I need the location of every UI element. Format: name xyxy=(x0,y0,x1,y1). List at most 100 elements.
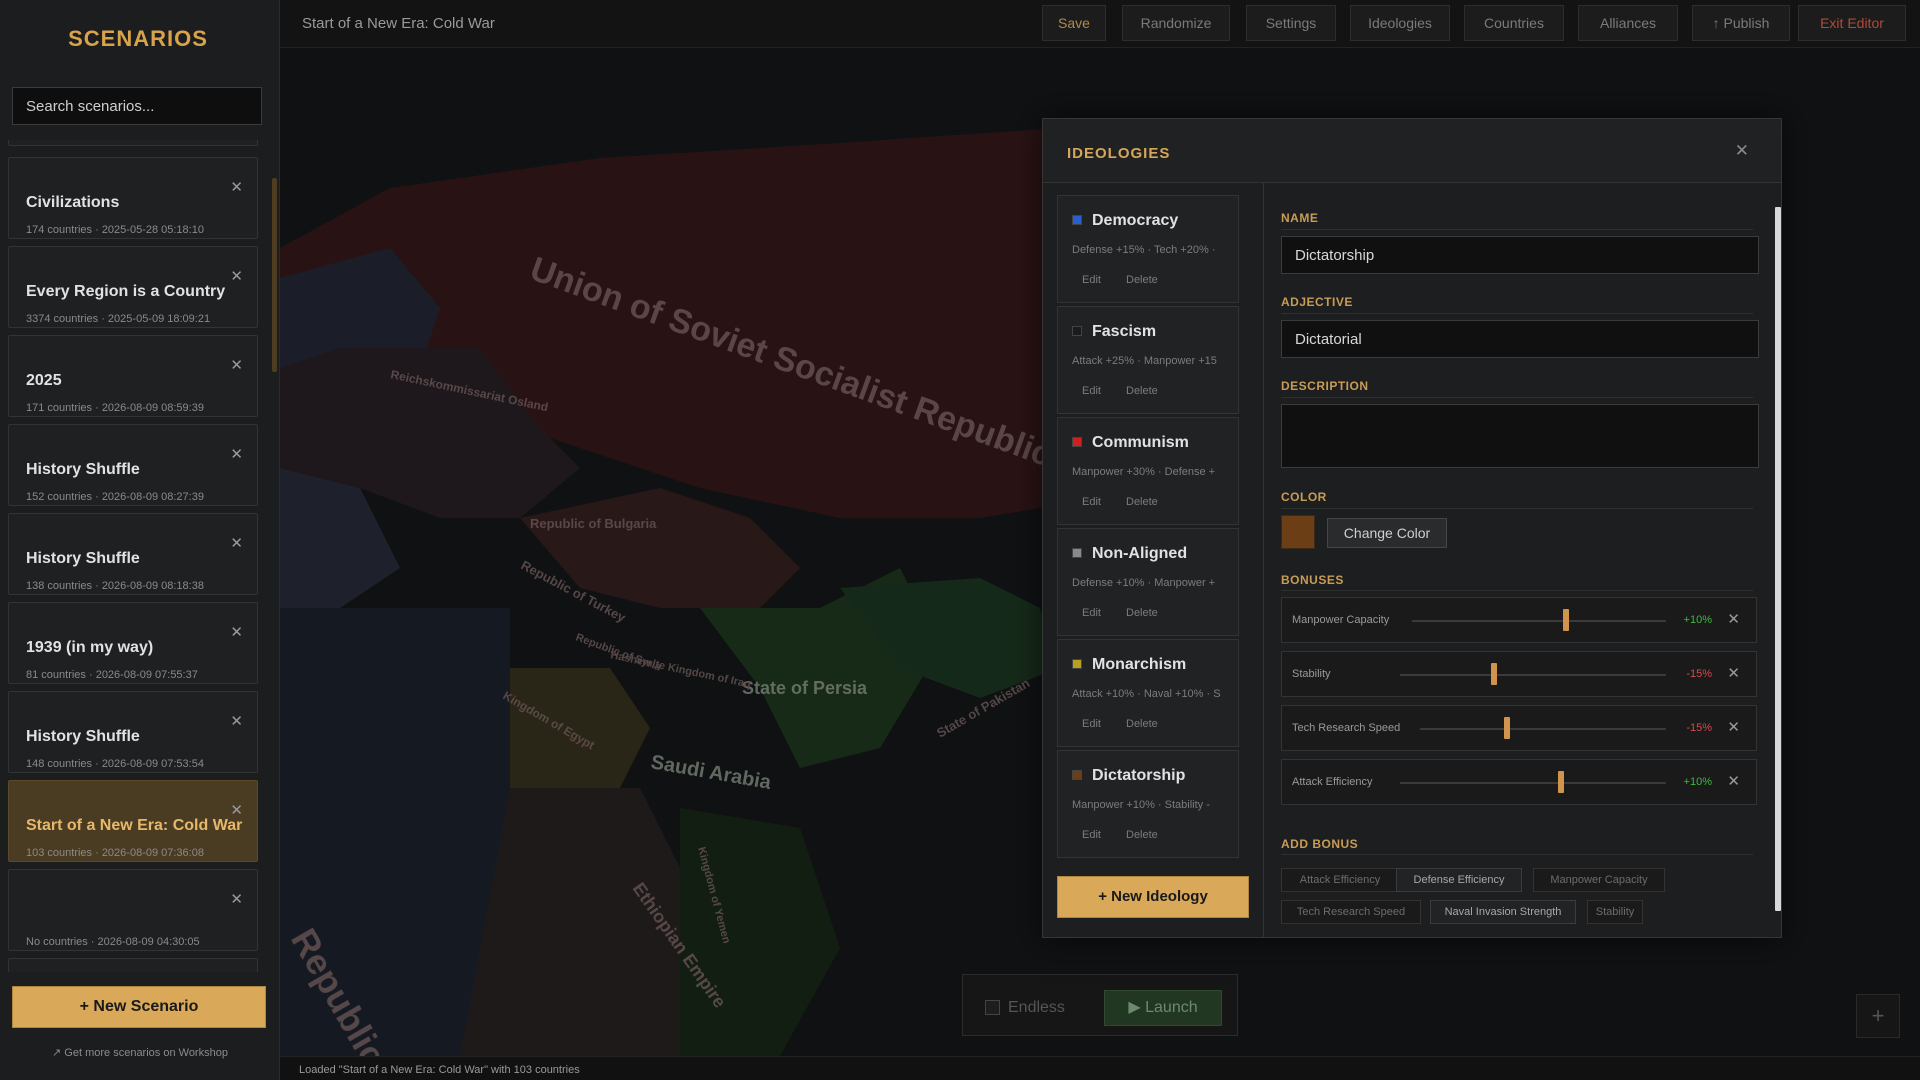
ideology-item[interactable]: Non-Aligned Defense +10% · Manpower + Edit… xyxy=(1057,528,1239,636)
publish-button[interactable]: ↑ Publish xyxy=(1692,5,1790,41)
ideology-description-input[interactable] xyxy=(1281,404,1759,468)
scenario-card[interactable]: History Shuffle 148 countries · 2026-08-0… xyxy=(8,691,258,773)
delete-ideology-button[interactable]: Delete xyxy=(1126,607,1158,619)
dialog-title: IDEOLOGIES xyxy=(1067,145,1171,162)
scenario-card[interactable]: No countries · 2026-08-09 04:30:05 ✕ xyxy=(8,869,258,951)
add-bonus-option[interactable]: Tech Research Speed xyxy=(1281,900,1421,924)
countries-button[interactable]: Countries xyxy=(1464,5,1564,41)
bonus-slider-thumb[interactable] xyxy=(1558,771,1564,793)
delete-ideology-button[interactable]: Delete xyxy=(1126,274,1158,286)
delete-scenario-icon[interactable]: ✕ xyxy=(230,890,243,908)
alliances-button[interactable]: Alliances xyxy=(1578,5,1678,41)
bonuses-label: BONUSES xyxy=(1281,573,1344,587)
remove-bonus-icon[interactable]: ✕ xyxy=(1727,664,1740,682)
ideology-item[interactable]: Democracy Defense +15% · Tech +20% · Edit D… xyxy=(1057,195,1239,303)
launch-button[interactable]: ▶ Launch xyxy=(1104,990,1222,1026)
ideologies-button[interactable]: Ideologies xyxy=(1350,5,1450,41)
color-swatch[interactable] xyxy=(1281,515,1315,549)
save-button[interactable]: Save xyxy=(1042,5,1106,41)
delete-scenario-icon[interactable]: ✕ xyxy=(230,445,243,463)
ideology-adjective-input[interactable] xyxy=(1281,320,1759,358)
ideology-color-swatch xyxy=(1072,326,1082,336)
bonus-slider-track[interactable] xyxy=(1400,782,1666,784)
dialog-header: IDEOLOGIES ✕ xyxy=(1043,119,1781,183)
scenario-card-partial[interactable] xyxy=(8,140,258,146)
add-bonus-option[interactable]: Naval Invasion Strength xyxy=(1430,900,1576,924)
delete-ideology-button[interactable]: Delete xyxy=(1126,496,1158,508)
delete-scenario-icon[interactable]: ✕ xyxy=(230,712,243,730)
remove-bonus-icon[interactable]: ✕ xyxy=(1727,610,1740,628)
scenario-card[interactable]: Start of a New Era: Cold War 103 countrie… xyxy=(8,780,258,862)
ideology-color-swatch xyxy=(1072,659,1082,669)
new-ideology-button[interactable]: + New Ideology xyxy=(1057,876,1249,918)
add-bonus-option[interactable]: Manpower Capacity xyxy=(1533,868,1665,892)
scenario-list-scrollbar[interactable] xyxy=(272,178,277,372)
dialog-scrollbar[interactable] xyxy=(1775,207,1781,911)
remove-bonus-icon[interactable]: ✕ xyxy=(1727,718,1740,736)
bonus-slider-track[interactable] xyxy=(1420,728,1666,730)
edit-ideology-button[interactable]: Edit xyxy=(1082,274,1101,286)
new-scenario-button[interactable]: + New Scenario xyxy=(12,986,266,1028)
scenario-card-partial[interactable]: ✕ xyxy=(8,958,258,972)
edit-ideology-button[interactable]: Edit xyxy=(1082,496,1101,508)
scenario-card[interactable]: History Shuffle 152 countries · 2026-08-0… xyxy=(8,424,258,506)
bonus-slider-thumb[interactable] xyxy=(1491,663,1497,685)
scenario-card[interactable]: 1939 (in my way) 81 countries · 2026-08-0… xyxy=(8,602,258,684)
bonus-row: Tech Research Speed -15% ✕ xyxy=(1281,705,1757,751)
edit-ideology-button[interactable]: Edit xyxy=(1082,718,1101,730)
add-bonus-option[interactable]: Defense Efficiency xyxy=(1396,868,1522,892)
bonus-slider-track[interactable] xyxy=(1400,674,1666,676)
delete-scenario-icon[interactable]: ✕ xyxy=(230,623,243,641)
scenario-list[interactable]: Civilizations 174 countries · 2025-05-28 … xyxy=(8,140,258,972)
delete-ideology-button[interactable]: Delete xyxy=(1126,829,1158,841)
randomize-button[interactable]: Randomize xyxy=(1122,5,1230,41)
zoom-in-button[interactable]: + xyxy=(1856,994,1900,1038)
change-color-button[interactable]: Change Color xyxy=(1327,518,1447,548)
remove-bonus-icon[interactable]: ✕ xyxy=(1727,772,1740,790)
delete-scenario-icon[interactable]: ✕ xyxy=(230,534,243,552)
bonus-row: Attack Efficiency +10% ✕ xyxy=(1281,759,1757,805)
ideology-item[interactable]: Communism Manpower +30% · Defense + Edit De… xyxy=(1057,417,1239,525)
add-bonus-option[interactable]: Stability xyxy=(1587,900,1643,924)
workshop-link[interactable]: ↗ Get more scenarios on Workshop xyxy=(0,1046,280,1059)
scenario-card[interactable]: 2025 171 countries · 2026-08-09 08:59:39 ✕ xyxy=(8,335,258,417)
ideology-name-input[interactable] xyxy=(1281,236,1759,274)
close-icon[interactable]: ✕ xyxy=(1735,141,1749,161)
ideology-color-swatch xyxy=(1072,548,1082,558)
scenario-card[interactable]: Every Region is a Country 3374 countries … xyxy=(8,246,258,328)
delete-scenario-icon[interactable]: ✕ xyxy=(230,356,243,374)
ideology-item[interactable]: Monarchism Attack +10% · Naval +10% · S Ed… xyxy=(1057,639,1239,747)
edit-ideology-button[interactable]: Edit xyxy=(1082,829,1101,841)
ideology-item[interactable]: Dictatorship Manpower +10% · Stability - E… xyxy=(1057,750,1239,858)
bonus-name: Stability xyxy=(1292,668,1331,680)
ideology-item[interactable]: Fascism Attack +25% · Manpower +15 Edit Del… xyxy=(1057,306,1239,414)
exit-editor-button[interactable]: Exit Editor xyxy=(1798,5,1906,41)
delete-ideology-button[interactable]: Delete xyxy=(1126,385,1158,397)
bonus-slider-thumb[interactable] xyxy=(1504,717,1510,739)
delete-scenario-icon[interactable]: ✕ xyxy=(230,267,243,285)
bonus-name: Attack Efficiency xyxy=(1292,776,1373,788)
bonus-name: Manpower Capacity xyxy=(1292,614,1390,626)
scenario-name: Start of a New Era: Cold War xyxy=(26,817,243,834)
edit-ideology-button[interactable]: Edit xyxy=(1082,385,1101,397)
bonus-value: -15% xyxy=(1686,668,1712,680)
scenario-meta: 3374 countries · 2025-05-09 18:09:21 xyxy=(26,313,211,325)
ideology-summary: Attack +10% · Naval +10% · S xyxy=(1072,688,1221,700)
settings-button[interactable]: Settings xyxy=(1246,5,1336,41)
add-bonus-option[interactable]: Attack Efficiency xyxy=(1281,868,1399,892)
scenario-title: Start of a New Era: Cold War xyxy=(302,15,495,32)
endless-checkbox[interactable] xyxy=(985,1000,1000,1015)
bonus-slider-track[interactable] xyxy=(1412,620,1666,622)
ideology-list: Democracy Defense +15% · Tech +20% · Edit D… xyxy=(1057,195,1239,861)
scenario-card[interactable]: History Shuffle 138 countries · 2026-08-0… xyxy=(8,513,258,595)
delete-scenario-icon[interactable]: ✕ xyxy=(230,801,243,819)
scenario-name: History Shuffle xyxy=(26,728,140,745)
bonus-slider-thumb[interactable] xyxy=(1563,609,1569,631)
scenario-search-input[interactable] xyxy=(12,87,262,125)
delete-ideology-button[interactable]: Delete xyxy=(1126,718,1158,730)
scenario-card[interactable]: Civilizations 174 countries · 2025-05-28 … xyxy=(8,157,258,239)
delete-scenario-icon[interactable]: ✕ xyxy=(230,178,243,196)
name-label: NAME xyxy=(1281,211,1319,225)
divider xyxy=(1281,313,1753,314)
edit-ideology-button[interactable]: Edit xyxy=(1082,607,1101,619)
